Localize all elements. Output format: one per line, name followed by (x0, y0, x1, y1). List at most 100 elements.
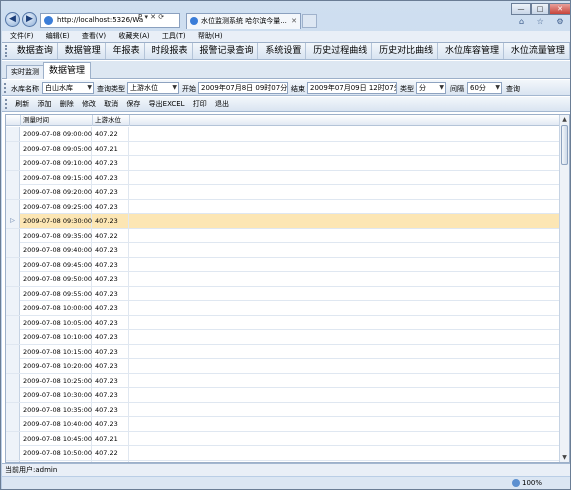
nav-level-capacity[interactable]: 水位库容管理 (441, 43, 505, 59)
cell-time[interactable]: 2009-07-08 10:20:00 (21, 359, 92, 373)
menu-help[interactable]: 帮助(H) (198, 31, 223, 42)
cell-level[interactable]: 407.21 (93, 141, 129, 156)
cell-time[interactable]: 2009-07-08 10:50:00 (21, 446, 92, 460)
row-selector[interactable] (6, 257, 20, 272)
cell-level[interactable]: 407.23 (93, 170, 129, 185)
cell-level[interactable]: 407.23 (93, 373, 129, 388)
nav-data-query[interactable]: 数据查询 (13, 43, 58, 59)
table-row[interactable]: 2009-07-08 09:40:00 407.23 (6, 243, 559, 258)
row-selector[interactable] (6, 446, 20, 460)
cell-level[interactable]: 407.23 (93, 257, 129, 272)
table-row[interactable]: 2009-07-08 09:55:00 407.23 (6, 286, 559, 301)
row-selector[interactable] (6, 141, 20, 156)
new-tab-button[interactable] (302, 14, 317, 28)
table-row[interactable]: ▷ 2009-07-08 09:30:00 407.23 (6, 214, 559, 229)
cell-time[interactable]: 2009-07-08 09:15:00 (21, 170, 92, 185)
column-header-time[interactable]: 测量时间 (21, 115, 93, 126)
cell-level[interactable]: 407.23 (93, 214, 129, 228)
row-selector[interactable] (6, 185, 20, 199)
row-selector[interactable] (6, 344, 20, 359)
type-select[interactable]: 分 ▼ (416, 82, 446, 94)
scroll-up-icon[interactable]: ▲ (560, 115, 569, 124)
cell-time[interactable]: 2009-07-08 10:15:00 (21, 344, 92, 359)
end-time-input[interactable]: 2009年07月09日 12时07分 (307, 82, 397, 94)
cell-level[interactable]: 407.23 (93, 272, 129, 286)
exit-button[interactable]: 退出 (212, 97, 232, 112)
cell-time[interactable]: 2009-07-08 09:55:00 (21, 286, 92, 301)
forward-button[interactable]: ▶ (22, 12, 37, 27)
tab-close-icon[interactable]: ✕ (291, 14, 297, 28)
cell-level[interactable]: 407.23 (93, 301, 129, 315)
nav-alarm-query[interactable]: 报警记录查询 (195, 43, 259, 59)
table-row[interactable]: 2009-07-08 10:05:00 407.23 (6, 315, 559, 330)
print-button[interactable]: 打印 (190, 97, 210, 112)
tab-data-management[interactable]: 数据管理 (43, 62, 92, 79)
maximize-button[interactable]: □ (531, 3, 549, 15)
cell-time[interactable]: 2009-07-08 09:40:00 (21, 243, 92, 257)
cell-level[interactable]: 407.22 (93, 127, 129, 141)
home-favorites-tools-icons[interactable]: ⌂ ☆ ⚙ (519, 17, 569, 26)
zoom-level[interactable]: 100% (522, 477, 542, 489)
table-row[interactable]: 2009-07-08 10:45:00 407.21 (6, 431, 559, 446)
cell-time[interactable]: 2009-07-08 10:00:00 (21, 301, 92, 315)
address-tools[interactable]: P ▾ ✕ ⟳ (138, 13, 164, 21)
nav-level-flow[interactable]: 水位流量管理 (507, 43, 570, 59)
querytype-select[interactable]: 上游水位 ▼ (127, 82, 179, 94)
row-selector[interactable] (6, 359, 20, 373)
row-selector[interactable] (6, 417, 20, 431)
row-selector[interactable] (6, 156, 20, 170)
tab-realtime[interactable]: 实时监测 (6, 65, 44, 79)
menu-view[interactable]: 查看(V) (82, 31, 106, 42)
refresh-button[interactable]: 刷新 (12, 97, 32, 112)
cell-time[interactable]: 2009-07-08 10:40:00 (21, 417, 92, 431)
cell-time[interactable]: 2009-07-08 10:45:00 (21, 431, 92, 446)
table-row[interactable]: 2009-07-08 10:35:00 407.23 (6, 402, 559, 417)
row-selector[interactable] (6, 243, 20, 257)
table-row[interactable]: 2009-07-08 10:10:00 407.23 (6, 330, 559, 345)
edit-button[interactable]: 修改 (79, 97, 99, 112)
cell-level[interactable]: 407.23 (93, 359, 129, 373)
cell-time[interactable]: 2009-07-08 09:25:00 (21, 199, 92, 214)
table-row[interactable]: 2009-07-08 09:45:00 407.23 (6, 257, 559, 272)
save-button[interactable]: 保存 (123, 97, 143, 112)
filter-grip[interactable] (4, 83, 7, 93)
table-row[interactable]: 2009-07-08 10:25:00 407.23 (6, 373, 559, 388)
cell-level[interactable]: 407.21 (93, 431, 129, 446)
menu-favorites[interactable]: 收藏夹(A) (118, 31, 149, 42)
cell-time[interactable]: 2009-07-08 10:25:00 (21, 373, 92, 388)
row-selector[interactable] (6, 301, 20, 315)
cancel-button[interactable]: 取消 (101, 97, 121, 112)
nav-annual-report[interactable]: 年报表 (109, 43, 145, 59)
cell-level[interactable]: 407.22 (93, 446, 129, 460)
cell-time[interactable]: 2009-07-08 09:30:00 (21, 214, 92, 228)
table-row[interactable]: 2009-07-08 09:50:00 407.23 (6, 272, 559, 287)
row-selector[interactable] (6, 199, 20, 214)
menu-file[interactable]: 文件(F) (10, 31, 34, 42)
cell-level[interactable]: 407.23 (93, 243, 129, 257)
delete-button[interactable]: 删除 (57, 97, 77, 112)
table-row[interactable]: 2009-07-08 10:50:00 407.22 (6, 446, 559, 461)
start-time-input[interactable]: 2009年07月8日 09时07分 (198, 82, 288, 94)
cell-level[interactable]: 407.23 (93, 388, 129, 402)
table-row[interactable]: 2009-07-08 10:20:00 407.23 (6, 359, 559, 374)
nav-data-management[interactable]: 数据管理 (61, 43, 106, 59)
cell-time[interactable]: 2009-07-08 10:35:00 (21, 402, 92, 417)
cell-time[interactable]: 2009-07-08 10:10:00 (21, 330, 92, 344)
row-selector[interactable] (6, 402, 20, 417)
menu-tools[interactable]: 工具(T) (162, 31, 186, 42)
table-row[interactable]: 2009-07-08 09:10:00 407.23 (6, 156, 559, 171)
cell-time[interactable]: 2009-07-08 09:10:00 (21, 156, 92, 170)
table-row[interactable]: 2009-07-08 09:25:00 407.23 (6, 199, 559, 214)
cell-level[interactable]: 407.23 (93, 344, 129, 359)
cell-level[interactable]: 407.23 (93, 417, 129, 431)
cell-time[interactable]: 2009-07-08 09:00:00 (21, 127, 92, 141)
cell-time[interactable]: 2009-07-08 09:05:00 (21, 141, 92, 156)
query-button[interactable]: 查询 (506, 84, 520, 94)
cell-time[interactable]: 2009-07-08 09:50:00 (21, 272, 92, 286)
cell-time[interactable]: 2009-07-08 09:20:00 (21, 185, 92, 199)
cell-level[interactable]: 407.22 (93, 228, 129, 243)
table-row[interactable]: 2009-07-08 09:20:00 407.23 (6, 185, 559, 200)
scroll-thumb[interactable] (561, 125, 568, 165)
cell-time[interactable]: 2009-07-08 09:35:00 (21, 228, 92, 243)
table-row[interactable]: 2009-07-08 10:00:00 407.23 (6, 301, 559, 316)
